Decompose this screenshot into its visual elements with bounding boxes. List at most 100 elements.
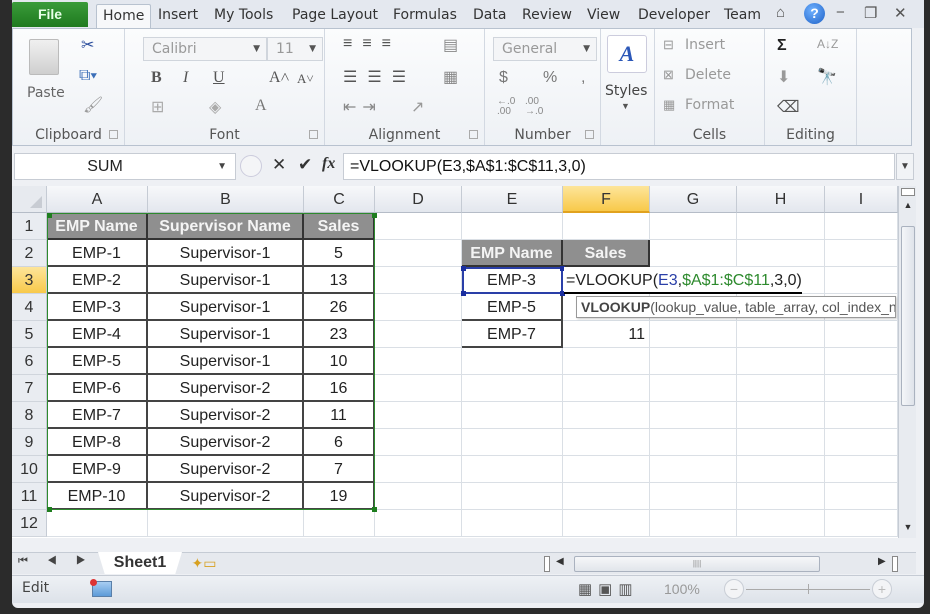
tooltip-function-name[interactable]: VLOOKUP [581, 299, 650, 315]
tab-insert[interactable]: Insert [158, 4, 198, 28]
cell[interactable] [375, 321, 462, 348]
table-cell[interactable]: EMP-4 [47, 321, 148, 348]
bold-button[interactable]: B [151, 69, 162, 87]
row-header-12[interactable]: 12 [12, 510, 47, 537]
shrink-font-button[interactable]: A˅ [297, 71, 314, 87]
table-cell[interactable]: Supervisor-2 [148, 402, 304, 429]
table-cell[interactable]: EMP-9 [47, 456, 148, 483]
tab-developer[interactable]: Developer [638, 4, 710, 28]
table-cell[interactable]: EMP-3 [47, 294, 148, 321]
column-header-i[interactable]: I [825, 186, 898, 213]
cell[interactable] [737, 348, 825, 375]
column-header-d[interactable]: D [375, 186, 462, 213]
table-cell[interactable]: 16 [304, 375, 375, 402]
font-name-select[interactable]: Calibri ▼ [143, 37, 267, 61]
tab-split-box[interactable] [544, 556, 550, 572]
cell[interactable] [563, 510, 650, 537]
comma-button[interactable]: , [581, 69, 585, 87]
scroll-left-icon[interactable]: ◀ [556, 556, 564, 567]
column-header-g[interactable]: G [650, 186, 737, 213]
table-header-cell[interactable]: EMP Name [47, 213, 148, 240]
row-header-9[interactable]: 9 [12, 429, 47, 456]
row-header-11[interactable]: 11 [12, 483, 47, 510]
cell[interactable] [825, 240, 898, 267]
merge-center-icon[interactable]: ▦ [443, 67, 458, 87]
alignment-launcher-icon[interactable] [469, 130, 478, 139]
help-icon[interactable]: ? [804, 3, 825, 24]
cell[interactable] [148, 510, 304, 537]
cell[interactable] [650, 510, 737, 537]
sort-filter-button[interactable]: A↓Z [817, 37, 838, 51]
table-cell[interactable]: Supervisor-1 [148, 348, 304, 375]
cell[interactable] [563, 213, 650, 240]
cell[interactable] [563, 429, 650, 456]
insert-function-icon[interactable]: fx [322, 155, 335, 173]
lookup-header-cell[interactable]: EMP Name [462, 240, 563, 267]
wrap-text-icon[interactable]: ▤ [443, 35, 458, 55]
cell[interactable] [737, 429, 825, 456]
minimize-ribbon-icon[interactable]: ⌂ [776, 4, 785, 21]
cell[interactable] [650, 429, 737, 456]
cell[interactable] [737, 402, 825, 429]
table-cell[interactable]: 13 [304, 267, 375, 294]
horizontal-scrollbar[interactable]: ◀ |||| ▶ [544, 556, 904, 572]
increase-decimal-button[interactable]: ←.0 .00 [497, 97, 515, 117]
clipboard-launcher-icon[interactable] [109, 130, 118, 139]
range-handle[interactable] [47, 507, 52, 512]
cell[interactable] [462, 456, 563, 483]
cell[interactable] [825, 483, 898, 510]
cell[interactable] [375, 267, 462, 294]
worksheet-grid[interactable]: A B C D E F G H I 1 2 3 4 5 6 7 8 9 10 11 12 EMP Name Supervis… [12, 186, 898, 538]
vertical-align-icons[interactable]: ≡≡≡ [343, 35, 401, 53]
table-cell[interactable]: 26 [304, 294, 375, 321]
cell[interactable] [375, 456, 462, 483]
cell[interactable] [375, 402, 462, 429]
cell[interactable] [825, 456, 898, 483]
table-cell[interactable]: EMP-2 [47, 267, 148, 294]
cell[interactable] [563, 483, 650, 510]
table-cell[interactable]: EMP-8 [47, 429, 148, 456]
range-handle[interactable] [372, 507, 377, 512]
cell[interactable] [825, 267, 898, 294]
table-cell[interactable]: Supervisor-1 [148, 294, 304, 321]
lookup-cell[interactable]: EMP-5 [462, 294, 563, 321]
column-header-b[interactable]: B [148, 186, 304, 213]
cell[interactable] [47, 510, 148, 537]
split-box-right[interactable] [892, 556, 898, 572]
scroll-right-icon[interactable]: ▶ [878, 556, 886, 567]
table-cell[interactable]: 6 [304, 429, 375, 456]
cell[interactable] [825, 402, 898, 429]
tab-home[interactable]: Home [96, 4, 152, 28]
cut-icon[interactable]: ✂ [81, 35, 94, 55]
tab-my-tools[interactable]: My Tools [214, 4, 273, 28]
grow-font-button[interactable]: A˄ [269, 69, 290, 87]
table-cell[interactable]: Supervisor-2 [148, 483, 304, 510]
cell[interactable] [462, 375, 563, 402]
number-format-select[interactable]: General ▼ [493, 37, 597, 61]
cell[interactable] [563, 456, 650, 483]
styles-group[interactable]: A Styles ▼ [601, 29, 655, 145]
scroll-up-icon[interactable]: ▲ [899, 200, 917, 214]
cell[interactable] [375, 510, 462, 537]
font-launcher-icon[interactable] [309, 130, 318, 139]
number-launcher-icon[interactable] [585, 130, 594, 139]
cell[interactable] [462, 348, 563, 375]
cell[interactable] [462, 510, 563, 537]
table-cell[interactable]: Supervisor-2 [148, 375, 304, 402]
cell[interactable] [375, 213, 462, 240]
column-header-f[interactable]: F [563, 186, 650, 213]
tab-view[interactable]: View [587, 4, 620, 28]
cell[interactable] [563, 375, 650, 402]
table-cell[interactable]: EMP-1 [47, 240, 148, 267]
format-painter-icon[interactable]: 🖌 [83, 95, 103, 115]
minimize-button[interactable]: − [836, 4, 845, 21]
table-cell[interactable]: 5 [304, 240, 375, 267]
table-cell[interactable]: EMP-6 [47, 375, 148, 402]
record-macro-icon[interactable] [90, 579, 112, 597]
cell[interactable] [737, 321, 825, 348]
tab-formulas[interactable]: Formulas [393, 4, 457, 28]
find-select-icon[interactable]: 🔭 [817, 67, 837, 87]
column-header-c[interactable]: C [304, 186, 375, 213]
table-header-cell[interactable]: Sales [304, 213, 375, 240]
insert-sheet-icon[interactable]: ✦▭ [184, 553, 224, 574]
